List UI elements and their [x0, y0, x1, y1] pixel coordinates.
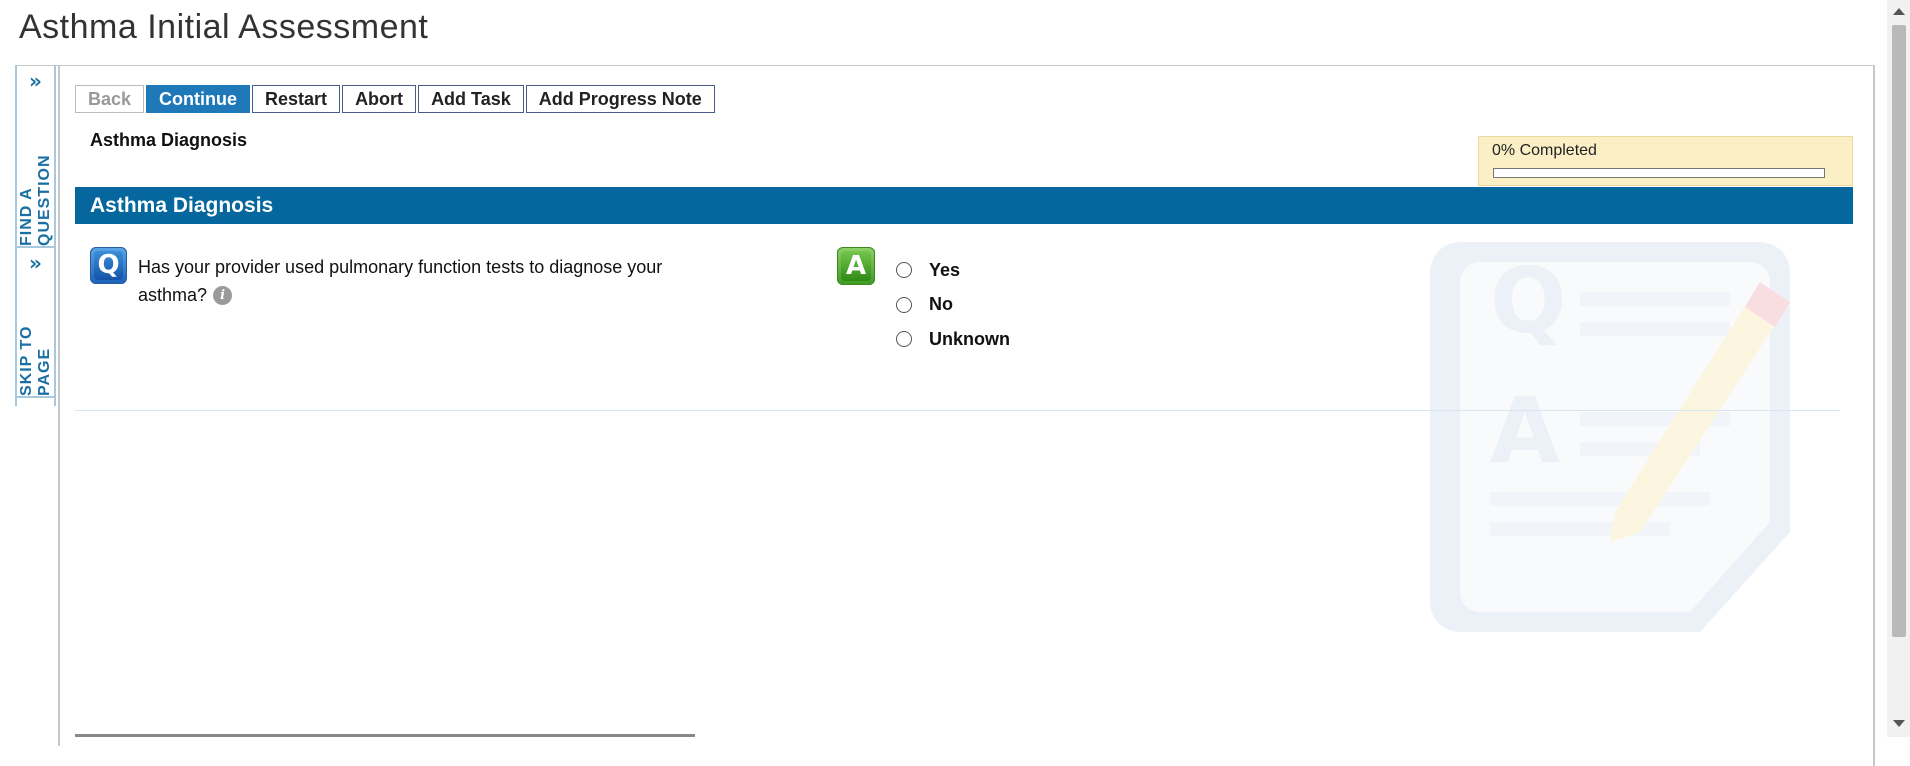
double-chevron-right-icon: » [29, 69, 42, 93]
scroll-up-icon[interactable] [1893, 8, 1905, 15]
toolbar: Back Continue Restart Abort Add Task Add… [75, 85, 717, 113]
back-button[interactable]: Back [75, 85, 145, 113]
info-icon[interactable]: i [213, 286, 233, 305]
continue-button[interactable]: Continue [146, 85, 251, 113]
progress-bar [1493, 168, 1825, 178]
answer-label: Yes [929, 259, 961, 280]
add-task-button[interactable]: Add Task [418, 85, 524, 113]
find-a-question-tab[interactable]: » FIND A QUESTION [17, 66, 54, 248]
answer-label: Unknown [929, 328, 1010, 349]
question-icon: Q [90, 247, 127, 284]
progress-label: 0% Completed [1492, 142, 1597, 159]
qa-watermark-icon: Q A [1430, 242, 1790, 632]
answer-label: No [929, 294, 953, 315]
radio-unknown[interactable] [896, 331, 912, 348]
side-rail: » FIND A QUESTION » SKIP TO PAGE [15, 66, 56, 406]
scroll-down-icon[interactable] [1893, 720, 1905, 727]
add-progress-note-button[interactable]: Add Progress Note [525, 85, 715, 113]
radio-yes[interactable] [896, 262, 912, 279]
restart-button[interactable]: Restart [252, 85, 341, 113]
svg-text:Q: Q [1490, 249, 1567, 354]
svg-text:A: A [1490, 379, 1560, 484]
vertical-scrollbar[interactable] [1887, 0, 1910, 737]
scroll-thumb[interactable] [1892, 25, 1906, 637]
answer-options: Yes No Unknown [896, 253, 1010, 357]
answer-option-unknown[interactable]: Unknown [896, 322, 1010, 357]
double-chevron-right-icon: » [29, 251, 42, 275]
abort-button[interactable]: Abort [342, 85, 417, 113]
divider [75, 410, 1840, 411]
find-a-question-label: FIND A QUESTION [17, 154, 53, 246]
skip-to-page-tab[interactable]: » SKIP TO PAGE [17, 248, 54, 398]
content-divider [58, 66, 60, 746]
section-header: Asthma Diagnosis [75, 187, 1853, 224]
question-text: Has your provider used pulmonary functio… [138, 253, 708, 309]
skip-to-page-label: SKIP TO PAGE [17, 325, 53, 396]
page-title: Asthma Initial Assessment [19, 8, 429, 46]
answer-icon: A [837, 247, 875, 285]
current-section-label: Asthma Diagnosis [90, 130, 248, 150]
radio-no[interactable] [896, 296, 912, 313]
answer-option-no[interactable]: No [896, 288, 1010, 323]
answer-option-yes[interactable]: Yes [896, 253, 1010, 288]
progress-indicator: 0% Completed [1478, 136, 1853, 186]
